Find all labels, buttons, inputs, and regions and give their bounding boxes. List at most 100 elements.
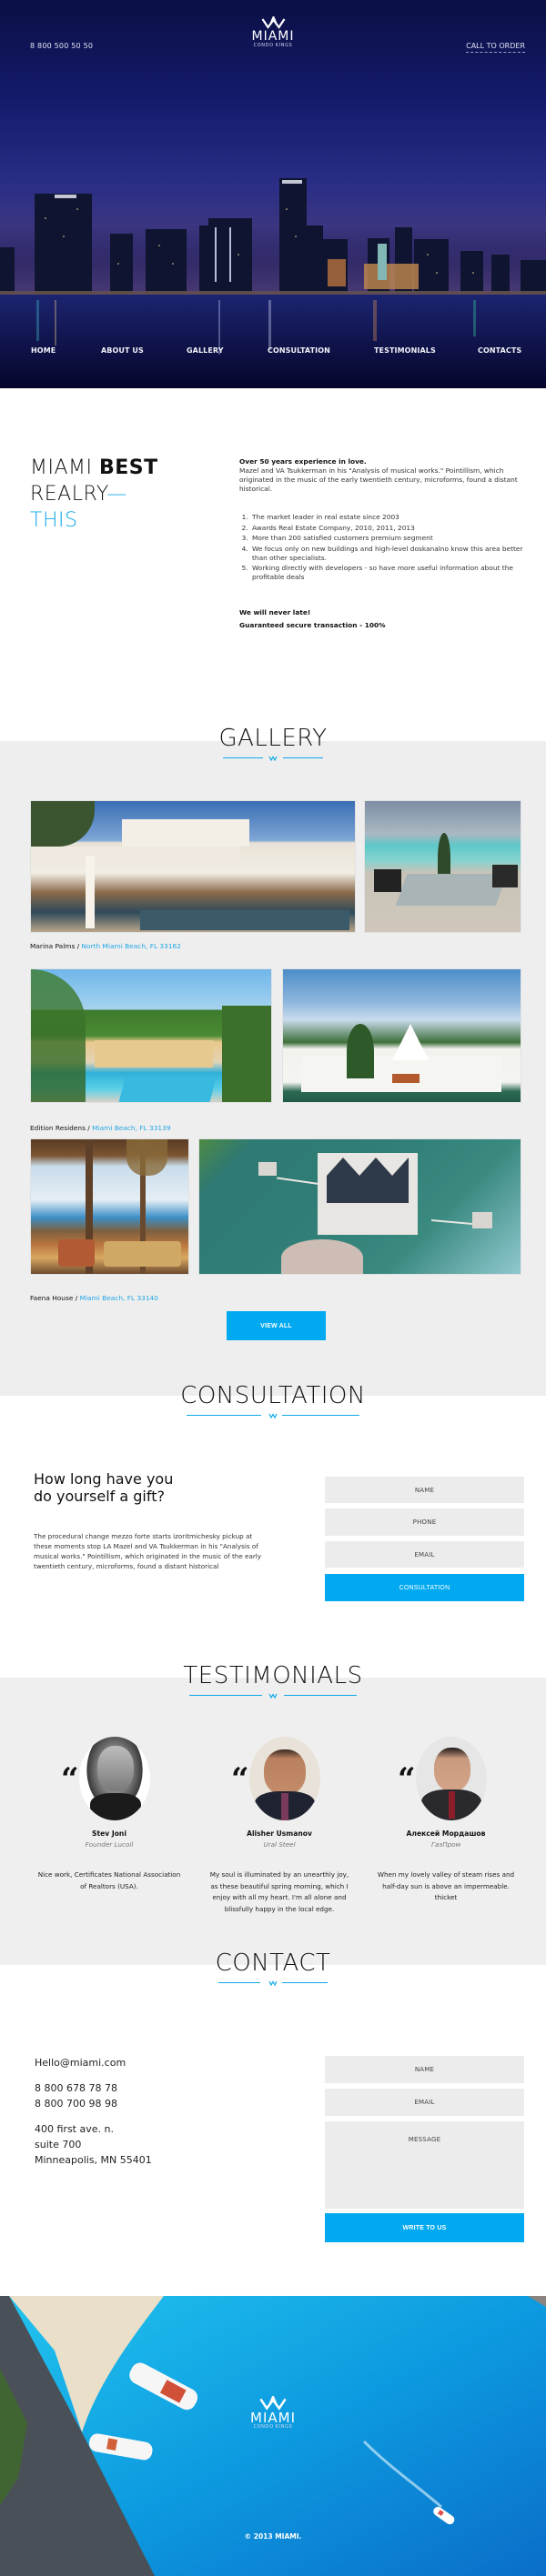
gallery-image-edition-residens-pool[interactable] <box>30 968 272 1103</box>
about-title-dash: — <box>106 483 127 506</box>
testimonial-card: “ Stev Joni Founder Lucoil Nice work, Ce… <box>32 1737 187 1892</box>
nav-item-gallery[interactable]: GALLERY <box>187 346 224 355</box>
crown-icon <box>268 1693 278 1699</box>
about-closing-line1: We will never late! <box>239 608 311 616</box>
avatar <box>249 1737 320 1820</box>
gallery-caption-name: Edition Residens <box>30 1124 86 1132</box>
gallery-image-edition-residens-waterfront[interactable] <box>282 968 521 1103</box>
gallery-image-faena-house-interior[interactable] <box>30 1138 189 1275</box>
testimonials-section: “ Stev Joni Founder Lucoil Nice work, Ce… <box>0 1678 546 1965</box>
gallery-caption-location[interactable]: Miami Beach, FL 33139 <box>92 1124 170 1132</box>
testimonial-text: When my lovely valley of steam rises and… <box>377 1870 515 1902</box>
consultation-section-heading: CONSULTATION <box>0 1383 546 1419</box>
call-to-order-link[interactable]: CALL TO ORDER <box>466 42 525 53</box>
consultation-section: How long have you do yourself a gift? Th… <box>0 1396 546 1678</box>
copyright: © 2013 MIAMI. <box>244 2532 302 2541</box>
contact-email[interactable]: Hello@miami.com <box>35 2055 152 2070</box>
contact-email-input[interactable] <box>325 2089 524 2116</box>
about-lead: Over 50 years experience in love. <box>239 457 367 466</box>
logo[interactable]: MIAMI CONDO KINGS <box>252 16 295 49</box>
nav-item-home[interactable]: HOME <box>31 346 56 355</box>
contact-name-input[interactable] <box>325 2056 524 2083</box>
consultation-submit-button[interactable]: CONSULTATION <box>325 1574 524 1601</box>
crown-icon <box>268 1413 278 1419</box>
testimonial-card: “ Alisher Usmanov Ural Steel My soul is … <box>202 1737 357 1915</box>
testimonial-name: Stev Joni <box>92 1829 126 1838</box>
logo-wordmark: MIAMI <box>251 29 295 44</box>
consultation-email-input[interactable] <box>325 1541 524 1568</box>
nav-item-testimonials[interactable]: TESTIMONIALS <box>374 346 436 355</box>
contact-heading: CONTACT <box>0 1950 546 1987</box>
logo-tagline: CONDO KINGS <box>253 2424 293 2430</box>
logo-tagline: CONDO KINGS <box>253 43 293 48</box>
nav-item-contacts[interactable]: CONTACTS <box>478 346 521 355</box>
heading-divider <box>187 1412 359 1419</box>
about-list: The market leader in real estate since 2… <box>239 513 531 582</box>
gallery-title: GALLERY <box>218 725 328 752</box>
quote-icon: “ <box>398 1761 416 1798</box>
view-all-button[interactable]: VIEW ALL <box>227 1311 326 1340</box>
gallery-caption-location[interactable]: Miami Beach, FL 33140 <box>80 1294 158 1302</box>
gallery-section: Marina Palms / North Miami Beach, FL 331… <box>0 741 546 1396</box>
gallery-image-marina-palms-terrace[interactable] <box>364 800 521 933</box>
nav-item-consultation[interactable]: CONSULTATION <box>268 346 330 355</box>
page: 8 800 500 50 50 MIAMI CONDO KINGS CALL T… <box>0 0 546 2576</box>
about-list-item: Working directly with developers - so ha… <box>250 564 531 582</box>
testimonial-role: ГазПром <box>430 1840 461 1849</box>
testimonial-text: Nice work, Certificates National Associa… <box>37 1870 181 1890</box>
nav-item-about-us[interactable]: ABOUT US <box>101 346 144 355</box>
testimonials-title: TESTIMONIALS <box>183 1662 363 1689</box>
consultation-heading: How long have you do yourself a gift? <box>34 1470 174 1505</box>
header-phone: 8 800 500 50 50 <box>30 42 94 50</box>
gallery-image-faena-house-aerial[interactable] <box>198 1138 521 1275</box>
divider-line-right <box>284 1695 357 1696</box>
quote-icon: “ <box>61 1761 79 1798</box>
about-title-line2: REALRY <box>30 483 107 506</box>
about-title: MIAMI BEST REALRY— THIS <box>30 455 158 534</box>
contact-phones: 8 800 678 78 78 8 800 700 98 98 <box>35 2082 117 2110</box>
gallery-image-marina-palms-exterior[interactable] <box>30 800 356 933</box>
crown-icon <box>268 1980 278 1987</box>
testimonial-role: Founder Lucoil <box>85 1840 134 1849</box>
gallery-caption-location[interactable]: North Miami Beach, FL 33162 <box>82 942 181 950</box>
gallery-heading: GALLERY <box>0 726 546 762</box>
gallery-caption: Marina Palms / North Miami Beach, FL 331… <box>30 942 181 950</box>
avatar <box>79 1737 150 1820</box>
about-list-item: More than 200 satisfied customers premiu… <box>250 534 531 543</box>
divider-line-left <box>223 757 263 758</box>
heading-divider <box>189 1692 357 1699</box>
about-title-part1: MIAMI <box>30 456 99 479</box>
testimonial-text: My soul is illuminated by an unearthly j… <box>209 1870 349 1913</box>
divider-line-left <box>189 1695 262 1696</box>
testimonials-heading: TESTIMONIALS <box>0 1663 546 1699</box>
crown-icon <box>268 756 278 762</box>
logo-wordmark: MIAMI <box>250 2410 296 2426</box>
contact-address: 400 first ave. n. suite 700 Minneapolis,… <box>35 2123 152 2166</box>
consultation-phone-input[interactable] <box>325 1509 524 1536</box>
write-to-us-button[interactable]: WRITE TO US <box>325 2213 524 2242</box>
contact-title: CONTACT <box>215 1950 331 1977</box>
contact-section: Hello@miami.com 8 800 678 78 78 8 800 70… <box>0 1965 546 2296</box>
gallery-caption-name: Marina Palms <box>30 942 76 950</box>
divider-line-right <box>282 1415 359 1416</box>
gallery-caption: Faena House / Miami Beach, FL 33140 <box>30 1294 158 1302</box>
gallery-caption-separator: / <box>75 942 82 950</box>
divider-line-left <box>218 1982 260 1983</box>
contact-message-input[interactable] <box>325 2121 524 2209</box>
consultation-text: The procedural change mezzo forte starts… <box>34 1532 262 1570</box>
consultation-title: CONSULTATION <box>180 1382 366 1409</box>
divider-line-right <box>282 1982 328 1983</box>
miami-skyline-image <box>0 178 546 388</box>
consultation-name-input[interactable] <box>325 1477 524 1503</box>
main-nav: HOME ABOUT US GALLERY CONSULTATION TESTI… <box>0 346 546 361</box>
footer: MIAMI CONDO KINGS © 2013 MIAMI. <box>0 2296 546 2576</box>
hero-header: 8 800 500 50 50 MIAMI CONDO KINGS CALL T… <box>0 0 546 388</box>
about-list-item: The market leader in real estate since 2… <box>250 513 531 522</box>
testimonial-card: “ Алексей Мордашов ГазПром When my lovel… <box>369 1737 523 1904</box>
about-list-item: We focus only on new buildings and high-… <box>250 545 531 563</box>
about-list-item: Awards Real Estate Company, 2010, 2011, … <box>250 524 531 533</box>
footer-logo[interactable]: MIAMI CONDO KINGS <box>250 2396 296 2431</box>
about-text: Over 50 years experience in love. Mazel … <box>239 457 531 632</box>
divider-line-left <box>187 1415 261 1416</box>
about-intro: Mazel and VA Tsukkerman in his "Analysis… <box>239 466 518 493</box>
